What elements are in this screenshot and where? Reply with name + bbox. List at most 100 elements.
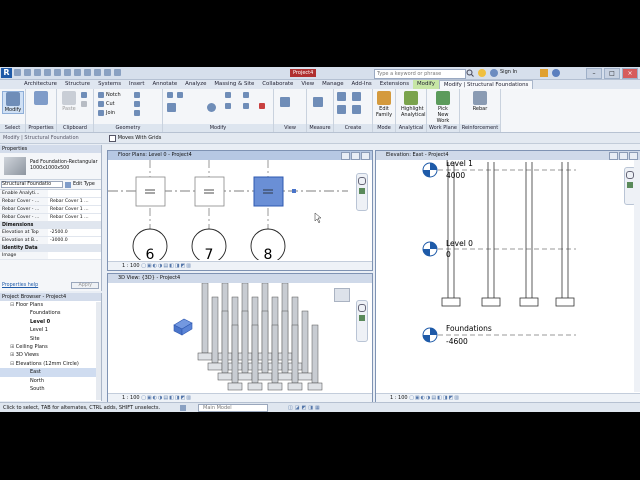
property-value[interactable]: Rebar Cover 1 ... (48, 214, 101, 221)
elevation-canvas[interactable]: Level 1 4000 Level 0 0 Foundations -4600 (376, 160, 631, 392)
cut-clipboard-button[interactable] (81, 101, 87, 107)
browser-scrollbar[interactable] (96, 302, 101, 400)
paint-button[interactable] (134, 101, 140, 107)
tab-insert[interactable]: Insert (125, 80, 148, 89)
section-icon[interactable] (94, 69, 101, 76)
trim-button[interactable] (225, 103, 231, 109)
rebar-button[interactable]: Rebar (470, 91, 490, 112)
property-value[interactable]: -2500.0 (48, 229, 101, 236)
close-button[interactable]: × (622, 68, 638, 79)
select-panel-label[interactable]: Select (0, 124, 25, 132)
3d-view-icon[interactable] (84, 69, 91, 76)
create-group-button[interactable] (352, 92, 361, 101)
restore-view-button[interactable] (351, 152, 360, 160)
sign-in-link[interactable]: Sign In (500, 69, 517, 75)
view-scale[interactable]: 1 : 100 (390, 395, 408, 401)
similar-button[interactable] (352, 105, 361, 114)
elevation-scrollbar[interactable] (634, 160, 640, 392)
print-icon[interactable] (54, 69, 61, 76)
notch-button[interactable]: Notch (98, 92, 121, 98)
3d-navigation-bar[interactable] (356, 300, 368, 342)
save-icon[interactable] (24, 69, 31, 76)
property-value[interactable] (48, 190, 101, 197)
create-assembly-button[interactable] (337, 105, 346, 114)
viewcube[interactable] (334, 288, 350, 302)
measure-icon[interactable] (64, 69, 71, 76)
move-button[interactable] (167, 103, 176, 112)
selection-filter-icons[interactable]: ◫◪◩◨▦ (288, 405, 322, 411)
close-view-button[interactable] (361, 152, 370, 160)
split-face-button[interactable] (134, 92, 140, 98)
tab-massing-site[interactable]: Massing & Site (210, 80, 258, 89)
hide-button[interactable] (280, 97, 290, 107)
navigation-bar[interactable] (356, 173, 368, 211)
property-value[interactable]: Rebar Cover 1 ... (48, 198, 101, 205)
apply-button[interactable]: Apply (71, 282, 99, 289)
tree-item-level-0[interactable]: Level 0 (0, 318, 101, 326)
tab-manage[interactable]: Manage (318, 80, 347, 89)
property-value[interactable]: Rebar Cover 1 ... (48, 206, 101, 213)
tab-modify-structural-foundations[interactable]: Modify | Structural Foundations (438, 79, 534, 90)
instance-filter-select[interactable]: Structural Foundatio (1, 181, 63, 188)
identity-data-category[interactable]: Identity Data (0, 245, 101, 252)
floor-plan-canvas[interactable]: 6 7 8 (108, 160, 370, 260)
zoom-icon[interactable] (627, 182, 633, 188)
array-button[interactable] (243, 92, 249, 98)
dimensions-category[interactable]: Dimensions (0, 222, 101, 229)
view-control-icons[interactable]: ▢▣◐◑▤◧◨◩▥ (141, 395, 192, 401)
view-control-icons[interactable]: ▢▣◐◑▤◧◨◩▥ (141, 263, 192, 269)
tree-item-level-1[interactable]: Level 1 (0, 326, 101, 334)
undo-icon[interactable] (34, 69, 41, 76)
open-icon[interactable] (14, 69, 21, 76)
edit-family-button[interactable]: Edit Family (374, 91, 394, 118)
help-icon[interactable] (552, 69, 560, 77)
minimize-view-button[interactable] (609, 152, 618, 160)
minimize-view-button[interactable] (341, 152, 350, 160)
tab-add-ins[interactable]: Add-Ins (348, 80, 376, 89)
elevation-view[interactable]: Elevation: East - Project4 Level 1 4000 … (375, 150, 640, 403)
thin-lines-icon[interactable] (104, 69, 111, 76)
mirror-button[interactable] (225, 92, 231, 98)
tab-systems[interactable]: Systems (94, 80, 125, 89)
tab-modify[interactable]: Modify (413, 80, 439, 89)
maximize-button[interactable]: □ (604, 68, 620, 79)
minimize-button[interactable]: – (586, 68, 602, 79)
tree-item-north[interactable]: North (0, 377, 101, 385)
tab-extensions[interactable]: Extensions (376, 80, 413, 89)
join-button[interactable]: Join (98, 110, 115, 116)
zoom-icon[interactable] (359, 188, 365, 194)
help-search-input[interactable]: Type a keyword or phrase (374, 69, 466, 79)
steering-wheel-icon[interactable] (626, 171, 634, 179)
close-hidden-icon[interactable] (114, 69, 121, 76)
worksets-icon[interactable] (180, 405, 187, 411)
wall-joins-button[interactable] (134, 110, 140, 116)
subscription-icon[interactable] (478, 69, 486, 77)
tab-view[interactable]: View (297, 80, 318, 89)
measure-button[interactable] (313, 97, 323, 107)
property-value[interactable] (48, 252, 101, 259)
highlight-analytical-button[interactable]: Highlight Analytical (401, 91, 426, 118)
tab-collaborate[interactable]: Collaborate (258, 80, 297, 89)
tree-item-south[interactable]: South (0, 385, 101, 393)
offset-button[interactable] (177, 92, 183, 98)
rotate-button[interactable] (207, 103, 216, 112)
property-value[interactable]: -3000.0 (48, 237, 101, 244)
tab-annotate[interactable]: Annotate (148, 80, 181, 89)
search-icon[interactable] (466, 69, 474, 77)
delete-button[interactable] (259, 103, 265, 109)
floor-plan-view[interactable]: Floor Plans: Level 0 - Project4 6 7 8 1 … (107, 150, 373, 271)
revit-logo-icon[interactable]: R (1, 68, 12, 78)
view-control-icons[interactable]: ▢▣◐◑▤◧◨◩▥ (409, 395, 460, 401)
modify-button[interactable]: Modify (2, 91, 24, 114)
tree-item-ceiling-plans[interactable]: ⊞ Ceiling Plans (0, 343, 101, 351)
edit-type-button[interactable]: Edit Type (73, 182, 95, 187)
tree-item-3d-views[interactable]: ⊞ 3D Views (0, 351, 101, 359)
type-selector[interactable]: Pad Foundation-Rectangular 1000x1000x500 (0, 153, 101, 180)
redo-icon[interactable] (44, 69, 51, 76)
tab-architecture[interactable]: Architecture (20, 80, 61, 89)
view-scale[interactable]: 1 : 100 (122, 395, 140, 401)
tree-item-floor-plans[interactable]: ⊟ Floor Plans (0, 301, 101, 309)
3d-view[interactable]: 3D View: {3D} - Project4 1 : 100 ▢▣◐◑▤◧◨… (107, 273, 373, 403)
steering-wheel-icon[interactable] (358, 304, 366, 312)
close-view-button[interactable] (629, 152, 638, 160)
